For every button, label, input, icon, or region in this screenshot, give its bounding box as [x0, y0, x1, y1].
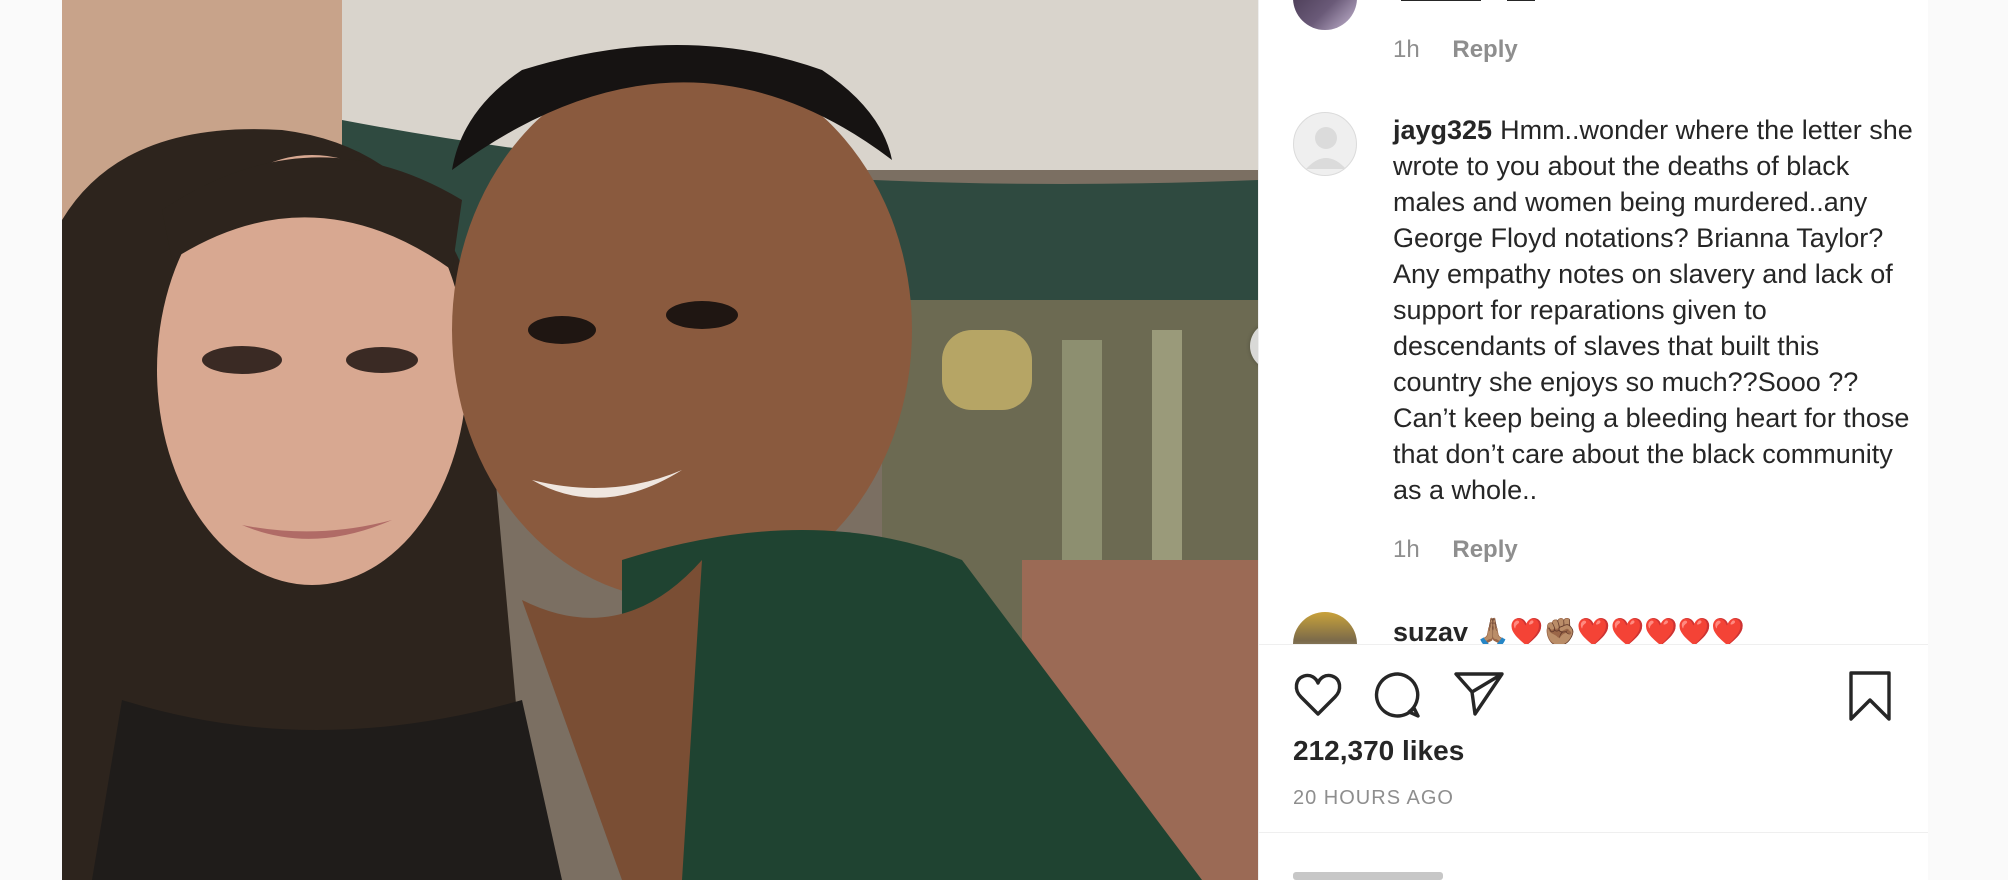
- page-margin: [1928, 0, 2008, 880]
- add-comment-partial[interactable]: [1293, 872, 1493, 880]
- avatar[interactable]: [1293, 612, 1357, 644]
- comment-box-divider: [1259, 832, 1929, 833]
- bookmark-icon: [1849, 671, 1891, 721]
- comment-text: Hmm..wonder where the letter she wrote t…: [1393, 115, 1913, 505]
- comment-text-partial: [1393, 0, 1913, 2]
- comment-time[interactable]: 1h: [1393, 536, 1420, 563]
- avatar[interactable]: [1293, 0, 1357, 30]
- save-button[interactable]: [1847, 670, 1893, 727]
- comment-username[interactable]: jayg325: [1393, 115, 1492, 145]
- comment-button[interactable]: [1373, 670, 1423, 725]
- avatar[interactable]: [1293, 112, 1357, 176]
- photo-illustration: [62, 0, 1258, 880]
- post-photo: [62, 0, 1258, 880]
- comment-body: suzav 🙏🏽❤️✊🏽❤️❤️❤️❤️❤️: [1393, 614, 1913, 644]
- comment-icon: [1374, 672, 1420, 718]
- share-icon: [1454, 672, 1504, 716]
- post-actions: [1293, 670, 1893, 723]
- heart-icon: [1294, 673, 1342, 716]
- comment-text: 🙏🏽❤️✊🏽❤️❤️❤️❤️❤️: [1476, 617, 1745, 644]
- like-button[interactable]: [1293, 670, 1343, 723]
- hidden-text-placeholder: [1401, 0, 1481, 1]
- hidden-text-placeholder: [1506, 0, 1535, 1]
- post-timestamp[interactable]: 20 HOURS AGO: [1293, 787, 1454, 810]
- reply-button[interactable]: Reply: [1452, 536, 1517, 563]
- share-button[interactable]: [1453, 670, 1505, 723]
- comment-username[interactable]: suzav: [1393, 617, 1468, 644]
- comments-list: 1h Reply jayg325 Hmm..wonder where the le…: [1259, 0, 1929, 644]
- default-avatar-icon: [1306, 127, 1346, 169]
- post-side-panel: 1h Reply jayg325 Hmm..wonder where the le…: [1258, 0, 1930, 880]
- comment-time[interactable]: 1h: [1393, 36, 1420, 63]
- likes-count[interactable]: 212,370 likes: [1293, 735, 1464, 767]
- actions-divider: [1259, 644, 1929, 645]
- comment-meta: 1h Reply: [1393, 36, 1518, 64]
- comment-meta: 1h Reply: [1393, 536, 1518, 564]
- reply-button[interactable]: Reply: [1452, 36, 1517, 63]
- comment-body: jayg325 Hmm..wonder where the letter she …: [1393, 112, 1913, 508]
